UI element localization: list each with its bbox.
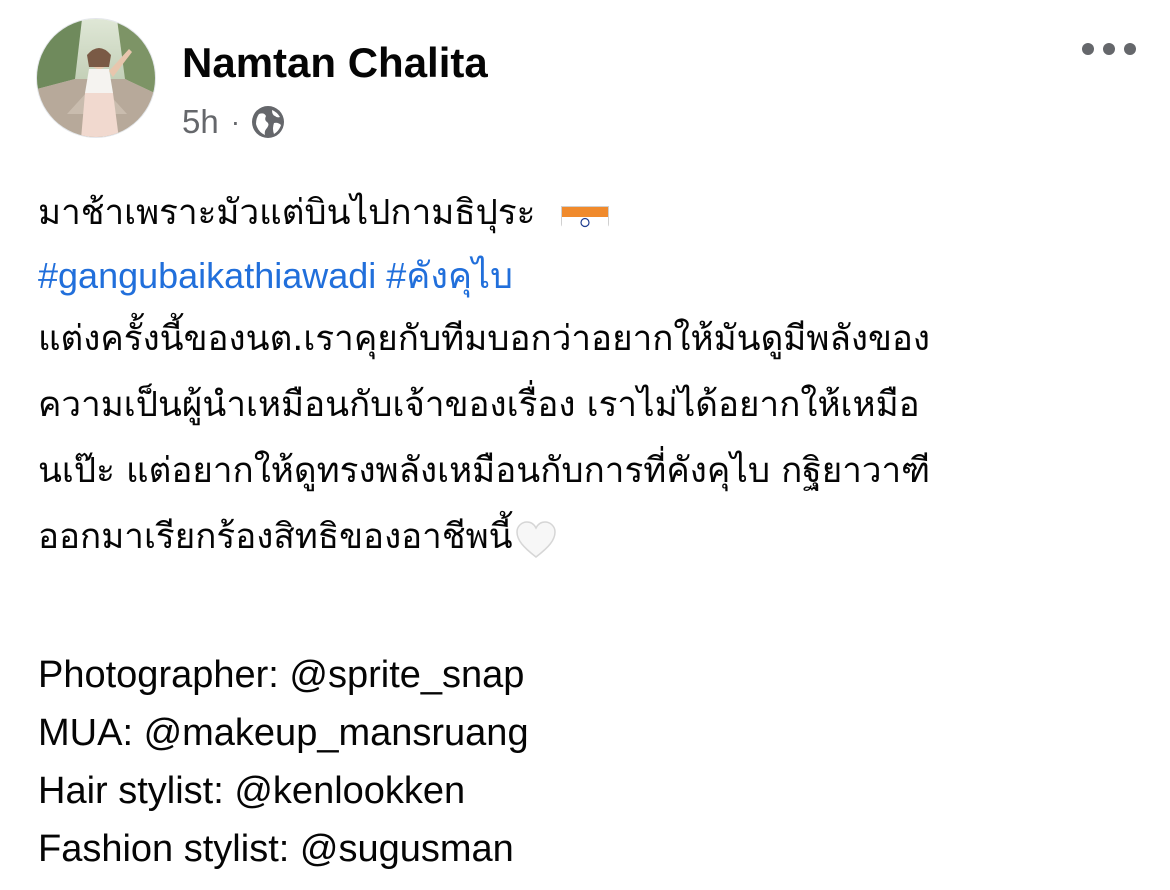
credit-label: Fashion stylist: xyxy=(38,828,300,870)
white-heart-emoji xyxy=(515,516,557,558)
hashtags-line: #gangubaikathiawadi #คังคุไบ xyxy=(38,246,1148,306)
mention-link[interactable]: @sugusman xyxy=(300,828,514,870)
post-text-line: นเป๊ะ แต่อยากให้ดูทรงพลังเหมือนกับการที่… xyxy=(38,451,931,491)
more-options-icon[interactable] xyxy=(1082,34,1136,64)
mention-link[interactable]: @makeup_mansruang xyxy=(144,712,529,754)
post-timestamp[interactable]: 5h xyxy=(182,103,219,141)
hashtag-link[interactable]: #gangubaikathiawadi xyxy=(38,255,386,296)
credit-label: Hair stylist: xyxy=(38,770,235,812)
post-meta: 5h · xyxy=(182,100,286,144)
avatar-photo xyxy=(37,19,155,137)
post-text-line: ความเป็นผู้นำเหมือนกับเจ้าของเรื่อง เราไ… xyxy=(38,385,920,425)
mention-link[interactable]: @sprite_snap xyxy=(289,654,524,696)
credit-line: Photographer: @sprite_snap xyxy=(38,646,1148,704)
india-flag-emoji xyxy=(560,195,609,228)
post-text: มาช้าเพราะมัวแต่บินไปกามธิปุระ xyxy=(38,193,536,233)
more-dot xyxy=(1082,43,1094,55)
post-text-line: ออกมาเรียกร้องสิทธิของอาชีพนี้ xyxy=(38,504,1148,570)
post-header: Namtan Chalita 5h · xyxy=(0,0,1170,160)
post-text: ออกมาเรียกร้องสิทธิของอาชีพนี้ xyxy=(38,517,513,557)
credit-label: MUA: xyxy=(38,712,144,754)
credit-line: Hair stylist: @kenlookken xyxy=(38,762,1148,820)
post-body: มาช้าเพราะมัวแต่บินไปกามธิปุระ #gangubai… xyxy=(38,180,1148,878)
globe-icon[interactable] xyxy=(250,104,286,140)
more-dot xyxy=(1124,43,1136,55)
mention-link[interactable]: @kenlookken xyxy=(234,770,465,812)
meta-separator: · xyxy=(230,106,241,137)
more-dot xyxy=(1103,43,1115,55)
author-avatar[interactable] xyxy=(36,18,156,138)
author-name[interactable]: Namtan Chalita xyxy=(182,38,488,88)
credit-label: Photographer: xyxy=(38,654,290,696)
hashtag-link[interactable]: #คังคุไบ xyxy=(386,255,513,296)
post-text-line: แต่งครั้งนี้ของนต.เราคุยกับทีมบอกว่าอยาก… xyxy=(38,319,931,359)
credit-line: MUA: @makeup_mansruang xyxy=(38,704,1148,762)
post-text-line: มาช้าเพราะมัวแต่บินไปกามธิปุระ xyxy=(38,180,1148,246)
credit-line: Fashion stylist: @sugusman xyxy=(38,820,1148,878)
